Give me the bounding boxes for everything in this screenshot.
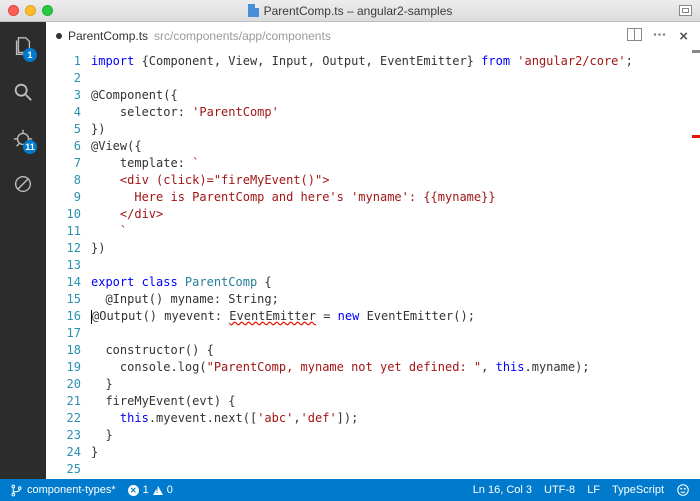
close-window-button[interactable] — [8, 5, 19, 16]
status-bar: component-types* ✕ 1 0 Ln 16, Col 3 UTF-… — [0, 479, 700, 501]
tab-path: src/components/app/components — [154, 29, 331, 43]
zoom-window-button[interactable] — [42, 5, 53, 16]
dirty-indicator-icon — [56, 33, 62, 39]
app-body: 1 11 ParentComp.ts src/components/app/co… — [0, 22, 700, 479]
problems-status[interactable]: ✕ 1 0 — [128, 484, 173, 496]
editor-group: ParentComp.ts src/components/app/compone… — [46, 22, 700, 479]
code-editor[interactable]: 1234567891011121314151617181920212223242… — [46, 50, 700, 479]
language-status[interactable]: TypeScript — [612, 484, 664, 496]
extensions-activity[interactable] — [9, 170, 37, 198]
debug-badge: 11 — [23, 140, 37, 154]
code-content[interactable]: import {Component, View, Input, Output, … — [91, 50, 700, 479]
title-project: angular2-samples — [357, 4, 452, 18]
git-branch-status[interactable]: component-types* — [10, 484, 116, 497]
split-icon — [627, 28, 642, 41]
minimize-window-button[interactable] — [25, 5, 36, 16]
search-icon — [12, 81, 34, 103]
fullscreen-icon[interactable] — [679, 5, 692, 16]
explorer-activity[interactable]: 1 — [9, 32, 37, 60]
activity-bar: 1 11 — [0, 22, 46, 479]
eol-status[interactable]: LF — [587, 484, 600, 496]
split-editor-button[interactable] — [627, 28, 642, 44]
window-title: ParentComp.ts – angular2-samples — [0, 4, 700, 18]
traffic-lights — [8, 5, 53, 16]
no-icon — [12, 173, 34, 195]
more-actions-button[interactable] — [652, 28, 667, 44]
explorer-badge: 1 — [23, 48, 37, 62]
warning-icon — [153, 486, 163, 495]
title-filename: ParentComp.ts — [264, 4, 344, 18]
git-branch-icon — [10, 484, 23, 497]
close-tab-button[interactable]: × — [677, 28, 690, 45]
overview-ruler-top — [692, 50, 700, 53]
error-icon: ✕ — [128, 485, 139, 496]
editor-tabs: ParentComp.ts src/components/app/compone… — [46, 22, 700, 50]
feedback-button[interactable] — [676, 483, 690, 497]
search-activity[interactable] — [9, 78, 37, 106]
debug-activity[interactable]: 11 — [9, 124, 37, 152]
ellipsis-icon — [652, 28, 667, 41]
window-titlebar: ParentComp.ts – angular2-samples — [0, 0, 700, 22]
overview-ruler-error — [692, 135, 700, 138]
encoding-status[interactable]: UTF-8 — [544, 484, 575, 496]
file-icon — [248, 4, 259, 17]
tab-filename[interactable]: ParentComp.ts — [68, 29, 148, 43]
smiley-icon — [676, 483, 690, 497]
cursor-position-status[interactable]: Ln 16, Col 3 — [473, 484, 532, 496]
line-gutter: 1234567891011121314151617181920212223242… — [46, 50, 91, 479]
